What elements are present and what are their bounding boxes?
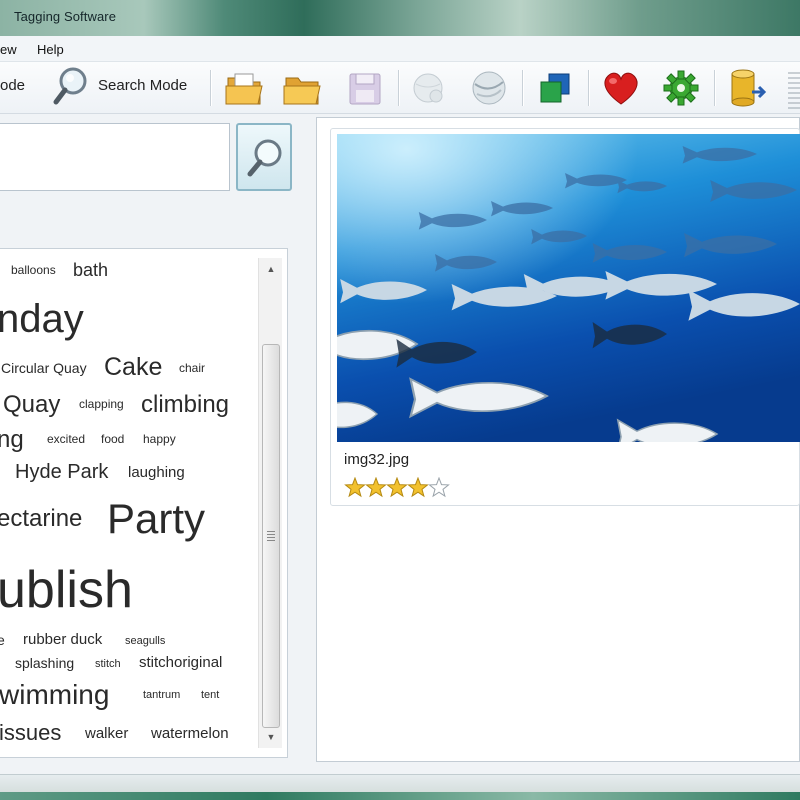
tag[interactable]: seagulls xyxy=(125,635,165,647)
magnifier-icon xyxy=(247,139,282,177)
heart-icon xyxy=(604,72,638,105)
tag[interactable]: walker xyxy=(85,725,128,742)
database-button[interactable] xyxy=(724,66,770,110)
toolbar-overflow-grip[interactable] xyxy=(788,72,800,112)
toolbar-separator xyxy=(210,70,212,106)
star-filled-icon[interactable] xyxy=(344,477,366,498)
search-input[interactable] xyxy=(0,123,230,191)
star-empty-icon[interactable] xyxy=(428,477,450,498)
toolbar-separator xyxy=(522,70,524,106)
tag[interactable]: splashing xyxy=(15,655,74,671)
tag[interactable]: laughing xyxy=(128,464,185,481)
save-disk-icon xyxy=(349,73,381,105)
search-mode-button[interactable]: Search Mode xyxy=(52,64,202,110)
tag-cloud-panel: balloons bath nday Circular Quay Cake ch… xyxy=(0,248,288,758)
tag[interactable]: e xyxy=(0,632,5,648)
tag[interactable]: ectarine xyxy=(0,505,82,533)
tag[interactable]: happy xyxy=(143,432,176,446)
star-rating[interactable] xyxy=(344,477,456,499)
scrollbar-thumb[interactable] xyxy=(262,344,280,728)
window-bottom-edge xyxy=(0,792,800,800)
menu-bar: ew Help xyxy=(0,36,800,62)
tag[interactable]: Party xyxy=(107,495,205,543)
tag[interactable]: ng xyxy=(0,426,24,454)
tag[interactable]: Cake xyxy=(104,353,162,382)
tag[interactable]: Hyde Park xyxy=(15,461,108,484)
tag[interactable]: ublish xyxy=(0,560,133,620)
tag[interactable]: chair xyxy=(179,361,205,375)
search-button[interactable] xyxy=(236,123,292,191)
toolbar-separator xyxy=(714,70,716,106)
tag[interactable]: stitchoriginal xyxy=(139,654,222,671)
tag[interactable]: excited xyxy=(47,432,85,446)
image-filename: img32.jpg xyxy=(344,451,410,468)
open-document-icon xyxy=(225,73,263,105)
windows-cascade-icon xyxy=(540,73,570,103)
toolbar: ode Search Mode xyxy=(0,62,800,114)
tag[interactable]: wimming xyxy=(0,679,109,711)
menu-help[interactable]: Help xyxy=(37,42,64,57)
favorite-button[interactable] xyxy=(598,66,644,110)
scroll-down-arrow-icon[interactable]: ▼ xyxy=(259,728,283,746)
title-bar: Tagging Software xyxy=(0,0,800,36)
fish-photo[interactable] xyxy=(337,134,800,442)
menu-view[interactable]: ew xyxy=(0,42,17,57)
window-title: Tagging Software xyxy=(14,9,117,24)
scroll-up-arrow-icon[interactable]: ▲ xyxy=(259,260,283,278)
tag[interactable]: tent xyxy=(201,689,219,701)
tag[interactable]: nday xyxy=(0,297,84,342)
tag[interactable]: bath xyxy=(73,260,108,281)
globe-add-icon xyxy=(413,73,443,103)
tag[interactable]: balloons xyxy=(11,263,56,277)
tag[interactable]: clapping xyxy=(79,397,124,411)
open-folder-button[interactable] xyxy=(280,66,326,110)
tag[interactable]: food xyxy=(101,432,124,446)
toolbar-separator xyxy=(588,70,590,106)
star-filled-icon[interactable] xyxy=(365,477,387,498)
tag[interactable]: Quay xyxy=(3,391,60,419)
window-button[interactable] xyxy=(532,66,578,110)
star-filled-icon[interactable] xyxy=(386,477,408,498)
database-export-icon xyxy=(731,69,767,107)
tag[interactable]: issues xyxy=(0,720,61,746)
tag-mode-button[interactable]: ode xyxy=(0,77,25,94)
tag[interactable]: stitch xyxy=(95,658,121,670)
magnifier-icon xyxy=(53,67,87,105)
toolbar-separator xyxy=(398,70,400,106)
folder-icon xyxy=(283,77,321,105)
search-mode-label: Search Mode xyxy=(98,77,188,94)
tag[interactable]: climbing xyxy=(141,391,229,419)
settings-button[interactable] xyxy=(658,66,704,110)
tag[interactable]: rubber duck xyxy=(23,631,102,648)
gear-icon xyxy=(663,70,699,106)
web-button[interactable] xyxy=(406,66,452,110)
tag[interactable]: watermelon xyxy=(151,725,229,742)
tag-cloud-scrollbar[interactable]: ▲ ▼ xyxy=(258,258,282,748)
tag[interactable]: tantrum xyxy=(143,689,180,701)
open-file-button[interactable] xyxy=(222,66,268,110)
globe-button[interactable] xyxy=(466,66,512,110)
grip-icon xyxy=(267,531,275,541)
save-button[interactable] xyxy=(342,66,388,110)
star-filled-icon[interactable] xyxy=(407,477,429,498)
tag[interactable]: Circular Quay xyxy=(1,360,87,376)
globe-icon xyxy=(472,71,506,105)
